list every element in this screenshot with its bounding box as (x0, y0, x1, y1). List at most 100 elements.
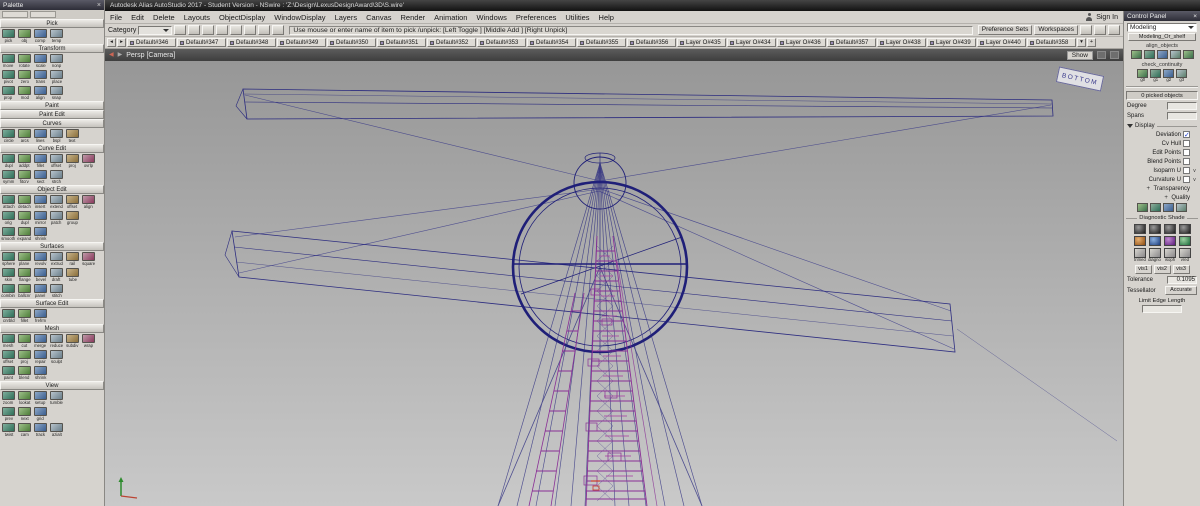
menu-item[interactable]: Help (599, 13, 614, 22)
palette-section-header[interactable]: Curve Edit (0, 144, 104, 153)
palette-tool-button[interactable]: orig (1, 211, 16, 226)
palette-tool-button[interactable]: align (81, 195, 96, 210)
layer-tab[interactable]: Default#356 (627, 38, 676, 47)
shade-tool-button[interactable] (1137, 203, 1149, 212)
toolbar-icon[interactable] (1080, 25, 1092, 35)
palette-tool-button[interactable]: fillet (33, 154, 48, 169)
palette-tool-button[interactable]: fillet (17, 309, 32, 324)
palette-section-header[interactable]: Curves (0, 119, 104, 128)
toolbar-icon[interactable] (202, 25, 214, 35)
palette-tool-button[interactable]: cam (17, 423, 32, 438)
palette-tool-button[interactable]: prev (1, 407, 16, 422)
palette-tool-button[interactable]: paint (1, 366, 16, 381)
perspective-viewport[interactable]: BOTTOM (105, 61, 1123, 506)
palette-tool-button[interactable]: reduce (49, 334, 64, 349)
vis-button[interactable]: vis1 (1135, 265, 1152, 274)
palette-tab[interactable] (30, 11, 56, 18)
palette-tool-button[interactable]: addpt (17, 154, 32, 169)
layer-tab[interactable]: Default#351 (377, 38, 426, 47)
palette-tool-button[interactable]: align (33, 86, 48, 101)
palette-tool-button[interactable]: cnrbld (1, 309, 16, 324)
shade-tool-button[interactable] (1176, 203, 1188, 212)
checkbox[interactable] (1183, 149, 1190, 156)
palette-tool-button[interactable]: merge (33, 334, 48, 349)
palette-title-bar[interactable]: Palette × (0, 0, 104, 10)
palette-tool-button[interactable]: bevel (33, 268, 48, 283)
vis-button[interactable]: vis2 (1154, 265, 1171, 274)
palette-tool-button[interactable]: plane (17, 252, 32, 267)
diagnostic-shade-button[interactable] (1133, 224, 1147, 234)
shade-tool-button[interactable] (1163, 203, 1175, 212)
palette-tool-button[interactable]: text (65, 129, 80, 144)
menu-item[interactable]: Render (401, 13, 426, 22)
palette-tool-button[interactable]: smooth (1, 227, 16, 242)
diagnostic-shade-button[interactable]: trimed (1133, 248, 1147, 263)
palette-tool-button[interactable]: grid (33, 407, 48, 422)
viewport-camera-label[interactable]: Persp [Camera] (126, 52, 175, 59)
toolbar-icon[interactable] (230, 25, 242, 35)
menu-item[interactable]: File (110, 13, 122, 22)
menu-item[interactable]: WindowDisplay (274, 13, 325, 22)
palette-tool-button[interactable]: pivot (1, 70, 16, 85)
palette-tool-button[interactable]: obj (17, 29, 32, 44)
layer-tab[interactable]: Default#355 (577, 38, 626, 47)
align-tool-button[interactable] (1182, 50, 1194, 59)
palette-tool-button[interactable]: flange (17, 268, 32, 283)
palette-tool-button[interactable]: cut (17, 334, 32, 349)
palette-tool-button[interactable]: arcs (17, 129, 32, 144)
prev-view-icon[interactable]: ◀ (109, 52, 114, 58)
close-icon[interactable]: × (1193, 13, 1197, 20)
palette-tool-button[interactable]: tumble (49, 391, 64, 406)
layer-tab[interactable]: Layer O#439 (927, 38, 976, 47)
palette-tool-button[interactable]: rotate (17, 54, 32, 69)
palette-tool-button[interactable]: prop (1, 86, 16, 101)
continuity-tool-button[interactable]: g1 (1150, 69, 1162, 83)
checkbox[interactable] (1183, 131, 1190, 138)
palette-section-header[interactable]: Transform (0, 44, 104, 53)
palette-tool-button[interactable]: frefrm (33, 309, 48, 324)
palette-tool-button[interactable]: sphere (1, 252, 16, 267)
palette-tool-button[interactable]: circle (1, 129, 16, 144)
palette-tool-button[interactable]: place (49, 70, 64, 85)
layer-tab[interactable]: Default#347 (177, 38, 226, 47)
option-dropdown-icon[interactable]: v (1192, 168, 1197, 174)
diagnostic-shade-button[interactable] (1178, 236, 1192, 246)
menu-item[interactable]: Delete (153, 13, 175, 22)
palette-tool-button[interactable]: zero (17, 70, 32, 85)
menu-item[interactable]: Windows (476, 13, 506, 22)
palette-section-header[interactable]: Surface Edit (0, 299, 104, 308)
palette-tool-button[interactable]: wrap (81, 334, 96, 349)
diagnostic-shade-header[interactable]: Diagnostic Shade (1124, 213, 1200, 223)
palette-tool-button[interactable]: repair (33, 350, 48, 365)
palette-section-header[interactable]: View (0, 381, 104, 390)
palette-tool-button[interactable]: group (65, 211, 80, 226)
mode-dropdown[interactable]: Modeling (1127, 23, 1197, 32)
palette-tool-button[interactable]: lines (33, 129, 48, 144)
checkbox[interactable] (1183, 167, 1190, 174)
layer-next-icon[interactable]: ▸ (117, 38, 126, 47)
palette-tool-button[interactable]: fitcrv (17, 170, 32, 185)
palette-section-header[interactable]: Pick (0, 19, 104, 28)
layer-prev-icon[interactable]: ◂ (107, 38, 116, 47)
palette-tool-button[interactable]: symm (1, 170, 16, 185)
palette-tool-button[interactable]: temp (49, 29, 64, 44)
palette-tool-button[interactable]: insert (33, 195, 48, 210)
layer-tab[interactable]: Default#346 (127, 38, 176, 47)
toolbar-icon[interactable] (1094, 25, 1106, 35)
menu-item[interactable]: Animation (434, 13, 467, 22)
shade-tool-button[interactable] (1150, 203, 1162, 212)
layer-tab[interactable]: Layer O#436 (777, 38, 826, 47)
menu-item[interactable]: Preferences (516, 13, 556, 22)
palette-tool-button[interactable]: tube (65, 268, 80, 283)
align-tool-button[interactable] (1130, 50, 1142, 59)
layer-add-icon[interactable]: + (1087, 38, 1096, 47)
layer-tab[interactable]: Layer O#434 (727, 38, 776, 47)
palette-tool-button[interactable]: lookat (17, 391, 32, 406)
palette-section-header[interactable]: Mesh (0, 324, 104, 333)
spans-field[interactable] (1167, 112, 1197, 120)
diagnostic-shade-button[interactable] (1148, 236, 1162, 246)
palette-tool-button[interactable]: square (81, 252, 96, 267)
grid-toggle-icon[interactable] (1097, 51, 1106, 59)
prompt-line[interactable]: Use mouse or enter name of item to pick … (289, 26, 972, 35)
layer-tab[interactable]: Layer O#438 (877, 38, 926, 47)
